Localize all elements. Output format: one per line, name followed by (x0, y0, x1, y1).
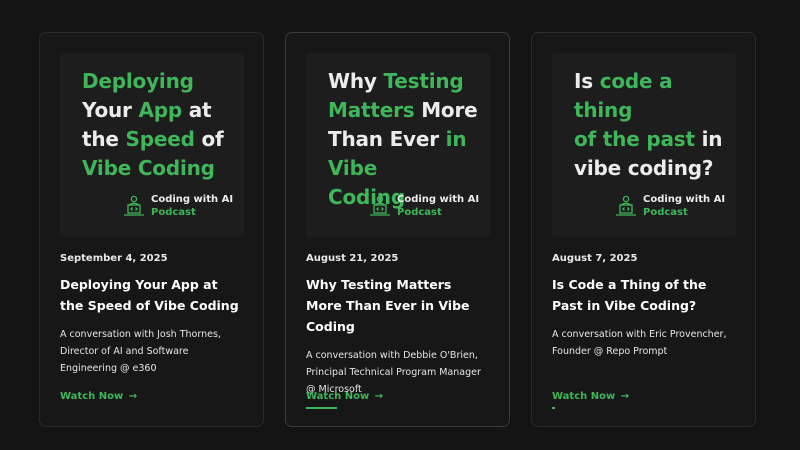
podcast-name: Coding with AI (397, 194, 480, 205)
headline-line: Is code a thing (574, 67, 736, 125)
watch-now-label: Watch Now (552, 391, 616, 402)
watch-now-underline (552, 407, 555, 409)
episode-thumbnail[interactable]: Deploying Your App at the Speed of Vibe Cod… (60, 53, 244, 237)
headline-line: of the past in (574, 125, 736, 154)
headline-segment: vibe coding? (574, 156, 714, 180)
headline-line: Your App at (82, 96, 244, 125)
episode-date: September 4, 2025 (60, 253, 168, 264)
headline-segment: App (138, 98, 182, 122)
headline-line: Vibe Coding (82, 154, 244, 183)
developer-laptop-icon (616, 195, 636, 216)
watch-now-link[interactable]: Watch Now → (306, 391, 383, 402)
thumbnail-headline: Why Testing Matters More Than Ever in Vibe… (328, 67, 490, 212)
episode-description: A conversation with Josh Thornes, Direct… (60, 329, 221, 374)
podcast-brand: Coding with AI Podcast (368, 193, 479, 219)
arrow-right-icon: → (374, 391, 384, 402)
thumbnail-headline: Is code a thing of the past in vibe coding… (574, 67, 736, 183)
episode-title[interactable]: Deploying Your App at the Speed of Vibe … (60, 274, 244, 316)
episode-thumbnail[interactable]: Is code a thing of the past in vibe coding… (552, 53, 736, 237)
headline-segment: at (181, 98, 212, 122)
headline-segment: Your (82, 98, 139, 122)
headline-line: Deploying (82, 67, 244, 96)
podcast-label: Podcast (151, 207, 196, 218)
episode-thumbnail[interactable]: Why Testing Matters More Than Ever in Vibe… (306, 53, 490, 237)
headline-segment: the (82, 127, 126, 151)
podcast-label: Podcast (397, 207, 442, 218)
episode-title[interactable]: Is Code a Thing of the Past in Vibe Codi… (552, 274, 736, 316)
podcast-brand: Coding with AI Podcast (122, 193, 233, 219)
podcast-label: Podcast (643, 207, 688, 218)
headline-segment: Matters (328, 98, 415, 122)
arrow-right-icon: → (620, 391, 630, 402)
thumbnail-headline: Deploying Your App at the Speed of Vibe Cod… (82, 67, 244, 183)
arrow-right-icon: → (128, 391, 138, 402)
headline-segment: More (414, 98, 478, 122)
headline-line: Matters More (328, 96, 490, 125)
watch-now-link[interactable]: Watch Now → (60, 391, 137, 402)
podcast-name: Coding with AI (643, 194, 726, 205)
watch-now-link[interactable]: Watch Now → (552, 391, 629, 402)
headline-line: Why Testing (328, 67, 490, 96)
headline-segment: Speed (125, 127, 195, 151)
podcast-name: Coding with AI (151, 194, 234, 205)
developer-laptop-icon (370, 195, 390, 216)
headline-segment: in (694, 127, 723, 151)
watch-now-underline (306, 407, 337, 409)
episode-card-3[interactable]: Is code a thing of the past in vibe coding… (531, 32, 756, 427)
developer-laptop-icon (124, 195, 144, 216)
headline-line: Than Ever in Vibe (328, 125, 490, 183)
headline-segment: Is (574, 69, 600, 93)
episode-grid: Deploying Your App at the Speed of Vibe Cod… (39, 32, 756, 427)
episode-date: August 7, 2025 (552, 253, 638, 264)
headline-segment: Deploying (82, 69, 194, 93)
headline-segment: of (194, 127, 224, 151)
headline-segment: Than Ever (328, 127, 446, 151)
episode-card-1[interactable]: Deploying Your App at the Speed of Vibe Cod… (39, 32, 264, 427)
episode-description: A conversation with Eric Provencher, Fou… (552, 329, 727, 357)
watch-now-label: Watch Now (60, 391, 124, 402)
headline-line: vibe coding? (574, 154, 736, 183)
episode-title[interactable]: Why Testing Matters More Than Ever in Vi… (306, 274, 490, 337)
headline-segment: of the past (574, 127, 695, 151)
episode-card-2[interactable]: Why Testing Matters More Than Ever in Vibe… (285, 32, 510, 427)
podcast-brand: Coding with AI Podcast (614, 193, 725, 219)
watch-now-label: Watch Now (306, 391, 370, 402)
headline-segment: Why (328, 69, 384, 93)
headline-segment: Testing (383, 69, 464, 93)
headline-line: the Speed of (82, 125, 244, 154)
episode-date: August 21, 2025 (306, 253, 399, 264)
headline-segment: Vibe Coding (82, 156, 215, 180)
